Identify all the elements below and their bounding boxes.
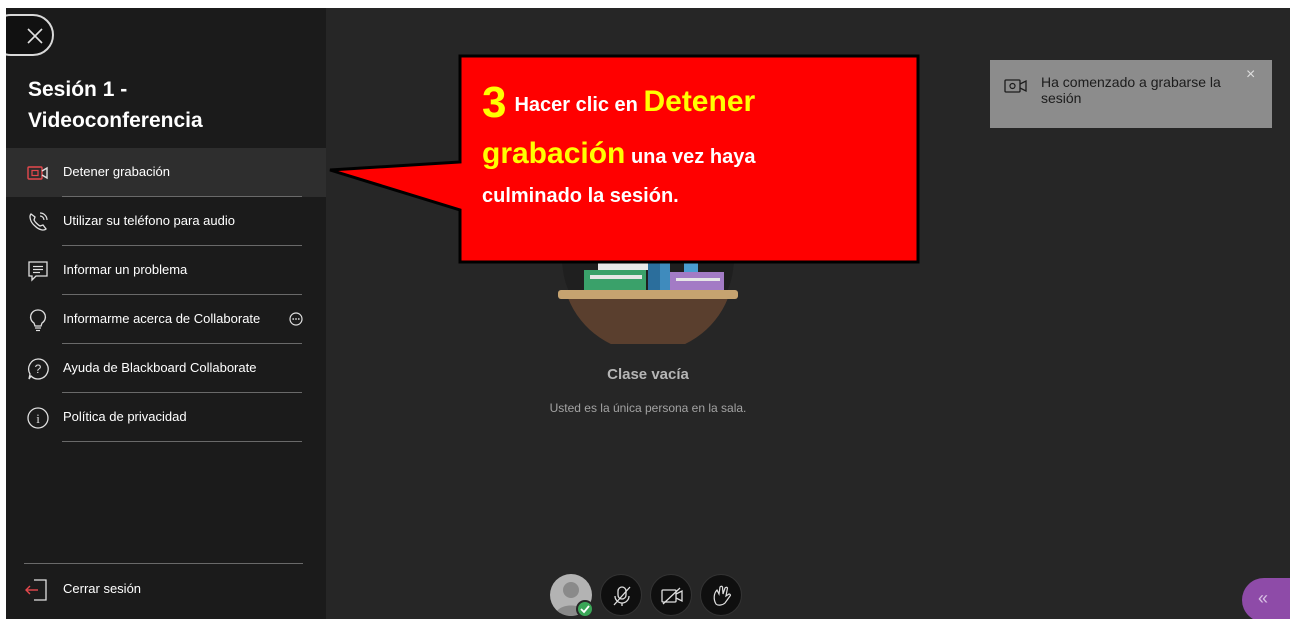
- callout-text-2: una vez haya: [630, 146, 756, 168]
- menu-item-help[interactable]: ? Ayuda de Blackboard Collaborate: [6, 344, 326, 393]
- menu-item-label: Detener grabación: [63, 164, 170, 179]
- notification-message: Ha comenzado a grabarse la sesión: [1041, 74, 1221, 106]
- session-title: Sesión 1 - Videoconferencia: [28, 74, 308, 136]
- session-menu-sidebar: Sesión 1 - Videoconferencia Detener grab…: [6, 8, 326, 619]
- session-menu: Detener grabación Utilizar su teléfono p…: [6, 148, 326, 442]
- collaborate-app: Sesión 1 - Videoconferencia Detener grab…: [6, 8, 1290, 619]
- info-icon: i: [27, 407, 49, 429]
- close-icon: [27, 28, 43, 44]
- empty-room-title: Clase vacía: [607, 366, 689, 383]
- callout-line-2: grabación una vez haya: [482, 136, 755, 175]
- record-icon: [27, 166, 48, 180]
- menu-item-privacy-policy[interactable]: i Política de privacidad: [6, 393, 326, 442]
- phone-icon: [29, 212, 48, 231]
- more-icon[interactable]: [289, 312, 303, 326]
- step-number: 3: [482, 78, 507, 127]
- callout-text-1: Hacer clic en: [514, 94, 638, 116]
- divider: [24, 563, 303, 564]
- menu-item-label: Informar un problema: [63, 262, 188, 277]
- microphone-muted-icon: [613, 586, 631, 606]
- menu-item-report-problem[interactable]: Informar un problema: [6, 246, 326, 295]
- svg-text:?: ?: [35, 362, 42, 376]
- notification-close-button[interactable]: ×: [1246, 66, 1255, 84]
- session-title-line2: Videoconferencia: [28, 109, 203, 132]
- menu-item-learn-collaborate[interactable]: Informarme acerca de Collaborate: [6, 295, 326, 344]
- empty-room-subtitle: Usted es la única persona en la sala.: [549, 401, 747, 415]
- callout-line-1: 3 Hacer clic en Detener: [482, 81, 756, 125]
- menu-item-label: Ayuda de Blackboard Collaborate: [63, 360, 257, 375]
- camera-off-icon: [661, 587, 683, 605]
- check-icon: [580, 605, 590, 614]
- menu-item-label: Política de privacidad: [63, 409, 187, 424]
- menu-item-stop-recording[interactable]: Detener grabación: [6, 148, 326, 197]
- callout-line-3: culminado la sesión.: [482, 185, 679, 207]
- recording-notification: Ha comenzado a grabarse la sesión ×: [990, 60, 1272, 128]
- camera-button[interactable]: [650, 574, 692, 616]
- status-badge: [576, 600, 594, 618]
- raise-hand-button[interactable]: [700, 574, 742, 616]
- logout-icon: [25, 579, 47, 601]
- help-icon: ?: [28, 358, 49, 380]
- chevron-double-left-icon: «: [1258, 588, 1269, 608]
- microphone-button[interactable]: [600, 574, 642, 616]
- collaborate-panel-toggle[interactable]: «: [1242, 578, 1290, 619]
- svg-text:i: i: [36, 411, 40, 426]
- raise-hand-icon: [713, 585, 732, 606]
- lightbulb-icon: [30, 309, 46, 332]
- close-menu-button[interactable]: [6, 14, 54, 56]
- logout-label: Cerrar sesión: [63, 581, 142, 596]
- callout-highlight-2: grabación: [482, 137, 626, 170]
- callout-highlight-1: Detener: [643, 85, 756, 118]
- logout-button[interactable]: Cerrar sesión: [6, 573, 326, 613]
- record-icon: [1004, 79, 1027, 93]
- tutorial-callout: 3 Hacer clic en Detener grabación una vez…: [316, 54, 920, 264]
- menu-item-phone-audio[interactable]: Utilizar su teléfono para audio: [6, 197, 326, 246]
- menu-item-label: Informarme acerca de Collaborate: [63, 311, 261, 326]
- menu-item-label: Utilizar su teléfono para audio: [63, 213, 235, 228]
- report-icon: [28, 261, 48, 282]
- session-title-line1: Sesión 1 -: [28, 78, 128, 101]
